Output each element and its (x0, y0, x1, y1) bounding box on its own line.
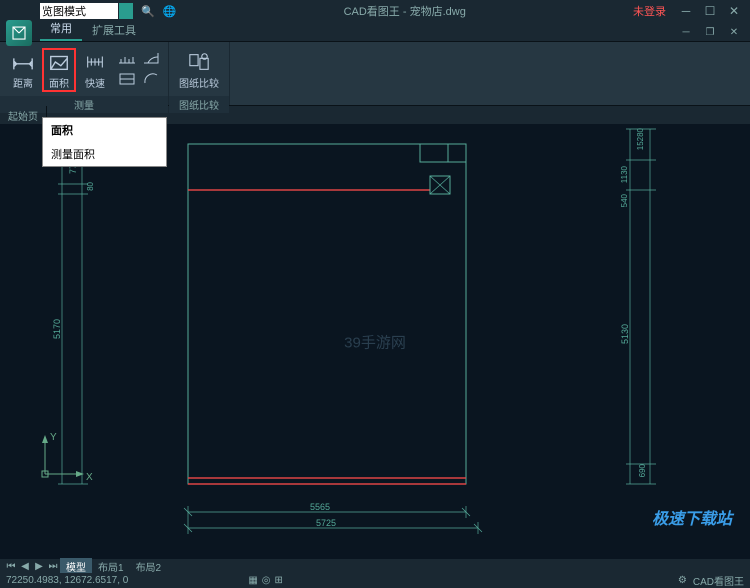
ribbon: 距离 面积 快速 测量 图纸比较 (0, 42, 750, 106)
sub-minimize-button[interactable]: ─ (674, 23, 698, 41)
tool-compare[interactable]: 图纸比较 (175, 48, 223, 92)
sub-close-button[interactable]: ✕ (722, 23, 746, 41)
cad-drawing (0, 124, 750, 559)
globe-icon[interactable]: 🌐 (163, 5, 177, 18)
status-app-name: CAD看图王 (693, 573, 744, 588)
close-button[interactable]: ✕ (722, 2, 746, 20)
tool-area[interactable]: 面积 (42, 48, 76, 92)
tool-distance-label: 距离 (13, 75, 33, 90)
ribbon-group-measure: 距离 面积 快速 测量 (0, 42, 169, 105)
layout-tab-2[interactable]: 布局2 (130, 558, 168, 575)
angle-icon (142, 51, 160, 65)
layout-tab-1[interactable]: 布局1 (92, 558, 130, 575)
tool-small-2[interactable] (116, 69, 138, 89)
ucs-x-label: X (86, 472, 93, 483)
window-title: CAD看图王 - 宠物店.dwg (344, 3, 466, 19)
login-status[interactable]: 未登录 (633, 3, 666, 19)
nav-first[interactable]: ⏮ (4, 561, 18, 572)
ucs-y-label: Y (50, 432, 57, 443)
arc-icon (142, 72, 160, 86)
nav-last[interactable]: ⏭ (46, 561, 60, 572)
quick-icon (84, 51, 106, 73)
minimize-button[interactable]: ─ (674, 2, 698, 20)
maximize-button[interactable]: ☐ (698, 2, 722, 20)
nav-next[interactable]: ▶ (32, 561, 46, 572)
distance-icon (12, 51, 34, 73)
tool-small-1[interactable] (116, 48, 138, 68)
status-tool-1[interactable]: ▦ (248, 575, 257, 586)
sub-restore-button[interactable]: ❐ (698, 23, 722, 41)
compare-icon (188, 51, 210, 73)
dim-80: 80 (86, 182, 95, 191)
dropdown-item-measure-area[interactable]: 测量面积 (43, 142, 166, 166)
app-logo (6, 20, 32, 46)
dim-5130: 5130 (620, 324, 630, 344)
tool-small-3[interactable] (140, 48, 162, 68)
tool-area-label: 面积 (49, 75, 69, 90)
group-label-compare: 图纸比较 (169, 96, 229, 113)
dim-15280: 15280 (636, 128, 645, 150)
tab-common[interactable]: 常用 (40, 17, 82, 41)
dim-5565: 5565 (310, 502, 330, 512)
measure-icon-1 (118, 51, 136, 65)
layout-tabs-bar: ⏮ ◀ ▶ ⏭ 模型 布局1 布局2 (0, 559, 750, 573)
dim-5170: 5170 (52, 319, 62, 339)
drawing-canvas[interactable]: 770 80 5170 15280 1130 540 5130 690 5565… (0, 124, 750, 559)
ribbon-tabs: 常用 扩展工具 ─ ❐ ✕ (0, 22, 750, 42)
status-coords: 72250.4983, 12672.6517, 0 (6, 575, 128, 586)
tool-small-4[interactable] (140, 69, 162, 89)
measure-icon-2 (118, 72, 136, 86)
doc-tab-start[interactable]: 起始页 (0, 106, 47, 125)
dim-690: 690 (638, 464, 647, 477)
tab-extensions[interactable]: 扩展工具 (82, 19, 146, 41)
nav-prev[interactable]: ◀ (18, 561, 32, 572)
dropdown-title: 面积 (43, 118, 166, 142)
search-icon[interactable]: 🔍 (141, 5, 155, 18)
dim-1130: 1130 (620, 166, 629, 183)
dim-5725: 5725 (316, 518, 336, 528)
layout-tab-model[interactable]: 模型 (60, 558, 92, 575)
statusbar: 72250.4983, 12672.6517, 0 ▦ ◎ ⊞ ⚙ CAD看图王 (0, 573, 750, 587)
area-dropdown: 面积 测量面积 (42, 117, 167, 167)
mode-dropdown-button[interactable] (119, 3, 133, 19)
status-icon-settings[interactable]: ⚙ (678, 575, 687, 586)
dim-540: 540 (620, 194, 629, 207)
ucs-icon (30, 429, 90, 489)
tool-compare-label: 图纸比较 (179, 75, 219, 90)
status-tool-2[interactable]: ◎ (262, 575, 271, 586)
tool-quick-label: 快速 (85, 75, 105, 90)
tool-quick[interactable]: 快速 (78, 48, 112, 92)
area-icon (48, 51, 70, 73)
tool-distance[interactable]: 距离 (6, 48, 40, 92)
watermark-download: 极速下载站 (652, 505, 732, 529)
ribbon-group-compare: 图纸比较 图纸比较 (169, 42, 230, 105)
status-tool-3[interactable]: ⊞ (275, 575, 283, 586)
